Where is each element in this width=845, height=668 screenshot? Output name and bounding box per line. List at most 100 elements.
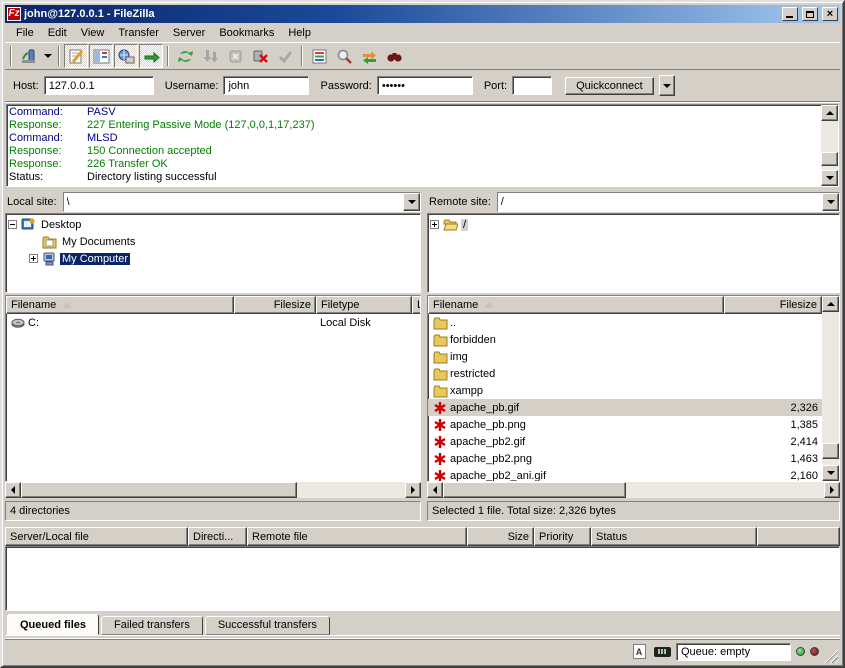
column-header-server-local-file[interactable]: Server/Local file bbox=[5, 527, 188, 546]
quickconnect-dropdown-button[interactable] bbox=[659, 75, 675, 96]
tab-failed-transfers[interactable]: Failed transfers bbox=[101, 616, 203, 635]
scrollbar-track[interactable] bbox=[821, 121, 838, 170]
local-site-input[interactable] bbox=[64, 193, 403, 211]
scrollbar-track[interactable] bbox=[443, 482, 824, 498]
scrollbar-thumb[interactable] bbox=[821, 152, 838, 166]
scroll-up-button[interactable] bbox=[822, 296, 839, 312]
image-file-icon bbox=[432, 451, 448, 466]
username-input[interactable] bbox=[223, 76, 309, 95]
column-header-filesize[interactable]: Filesize bbox=[724, 296, 822, 314]
scroll-right-button[interactable] bbox=[405, 482, 421, 498]
file-row[interactable]: apache_pb2.gif 2,414 bbox=[428, 433, 822, 450]
image-file-icon bbox=[432, 434, 448, 449]
scroll-left-button[interactable] bbox=[5, 482, 21, 498]
menu-transfer[interactable]: Transfer bbox=[111, 25, 166, 41]
local-site-dropdown-button[interactable] bbox=[403, 193, 420, 211]
site-manager-button[interactable] bbox=[16, 44, 40, 68]
menu-help[interactable]: Help bbox=[281, 25, 318, 41]
tree-item-my-documents[interactable]: My Documents bbox=[8, 233, 418, 250]
column-header-filename[interactable]: Filename bbox=[428, 296, 724, 314]
local-site-combo[interactable] bbox=[63, 192, 421, 212]
column-header-filename[interactable]: Filename bbox=[6, 296, 234, 314]
scrollbar-thumb[interactable] bbox=[21, 482, 297, 498]
tree-item-my-computer[interactable]: My Computer bbox=[8, 250, 418, 267]
queue-list[interactable] bbox=[5, 546, 840, 611]
maximize-button[interactable] bbox=[802, 7, 818, 21]
password-input[interactable] bbox=[377, 76, 473, 95]
scroll-down-button[interactable] bbox=[822, 465, 839, 481]
password-label: Password: bbox=[320, 80, 371, 92]
scrollbar-thumb[interactable] bbox=[822, 443, 839, 459]
scroll-down-button[interactable] bbox=[821, 170, 838, 186]
column-header-remote-file[interactable]: Remote file bbox=[247, 527, 467, 546]
file-row-c-drive[interactable]: C: Local Disk bbox=[6, 314, 420, 331]
quickconnect-button[interactable]: Quickconnect bbox=[565, 77, 654, 95]
column-header-filetype[interactable]: Filetype bbox=[316, 296, 412, 314]
reconnect-button[interactable] bbox=[273, 44, 297, 68]
synchronized-browsing-button[interactable] bbox=[357, 44, 381, 68]
disconnect-button[interactable] bbox=[248, 44, 272, 68]
remote-vertical-scrollbar[interactable] bbox=[822, 296, 839, 481]
remote-site-input[interactable] bbox=[498, 193, 822, 211]
remote-site-dropdown-button[interactable] bbox=[822, 193, 839, 211]
scrollbar-track[interactable] bbox=[822, 312, 839, 465]
remote-horizontal-scrollbar[interactable] bbox=[427, 482, 840, 498]
column-header-filesize[interactable]: Filesize bbox=[234, 296, 316, 314]
minimize-button[interactable] bbox=[782, 7, 798, 21]
collapse-icon[interactable] bbox=[8, 220, 17, 229]
toggle-message-log-button[interactable] bbox=[64, 44, 88, 68]
scrollbar-track[interactable] bbox=[21, 482, 405, 498]
file-row[interactable]: xampp bbox=[428, 382, 822, 399]
scroll-right-button[interactable] bbox=[824, 482, 840, 498]
queue-status-text: Queue: empty bbox=[676, 643, 791, 661]
file-row[interactable]: img bbox=[428, 348, 822, 365]
tree-item-desktop[interactable]: Desktop bbox=[8, 216, 418, 233]
scroll-up-button[interactable] bbox=[821, 105, 838, 121]
refresh-button[interactable] bbox=[173, 44, 197, 68]
toggle-local-tree-button[interactable] bbox=[89, 44, 113, 68]
file-row[interactable]: .. bbox=[428, 314, 822, 331]
toggle-transfer-queue-button[interactable] bbox=[139, 44, 163, 68]
process-queue-button[interactable] bbox=[198, 44, 222, 68]
scroll-left-button[interactable] bbox=[427, 482, 443, 498]
file-search-button[interactable] bbox=[332, 44, 356, 68]
menu-view[interactable]: View bbox=[74, 25, 112, 41]
expand-icon[interactable] bbox=[29, 254, 38, 263]
log-vertical-scrollbar[interactable] bbox=[821, 105, 838, 186]
toggle-remote-tree-button[interactable] bbox=[114, 44, 138, 68]
speed-limit-indicator-icon[interactable] bbox=[653, 644, 671, 660]
file-row-selected[interactable]: apache_pb.gif 2,326 bbox=[428, 399, 822, 416]
directory-comparison-button[interactable] bbox=[382, 44, 406, 68]
tab-successful-transfers[interactable]: Successful transfers bbox=[205, 616, 330, 635]
file-row[interactable]: apache_pb2.png 1,463 bbox=[428, 450, 822, 467]
port-input[interactable] bbox=[512, 76, 552, 95]
cancel-operation-button[interactable] bbox=[223, 44, 247, 68]
file-row[interactable]: restricted bbox=[428, 365, 822, 382]
tab-queued-files[interactable]: Queued files bbox=[7, 614, 99, 635]
menu-bookmarks[interactable]: Bookmarks bbox=[212, 25, 281, 41]
tree-item-root[interactable]: / bbox=[430, 216, 837, 233]
close-button[interactable]: × bbox=[822, 7, 838, 21]
menu-file[interactable]: File bbox=[9, 25, 41, 41]
column-header-last-modified[interactable]: L bbox=[412, 296, 420, 314]
column-header-priority[interactable]: Priority bbox=[534, 527, 591, 546]
transfer-type-ascii-icon[interactable]: A bbox=[630, 644, 648, 660]
column-header-direction[interactable]: Directi... bbox=[188, 527, 247, 546]
local-status-bar: 4 directories bbox=[5, 501, 421, 521]
resize-grip[interactable] bbox=[824, 649, 838, 663]
remote-site-combo[interactable] bbox=[497, 192, 840, 212]
file-row[interactable]: apache_pb.png 1,385 bbox=[428, 416, 822, 433]
directory-listing-filters-button[interactable] bbox=[307, 44, 331, 68]
column-header-status[interactable]: Status bbox=[591, 527, 757, 546]
menu-server[interactable]: Server bbox=[166, 25, 212, 41]
local-horizontal-scrollbar[interactable] bbox=[5, 482, 421, 498]
column-header-size[interactable]: Size bbox=[467, 527, 534, 546]
expand-icon[interactable] bbox=[430, 220, 439, 229]
host-input[interactable] bbox=[44, 76, 154, 95]
file-row[interactable]: forbidden bbox=[428, 331, 822, 348]
file-row[interactable]: apache_pb2_ani.gif 2,160 bbox=[428, 467, 822, 481]
scrollbar-thumb[interactable] bbox=[443, 482, 626, 498]
menu-edit[interactable]: Edit bbox=[41, 25, 74, 41]
remote-list-header: Filename Filesize bbox=[428, 296, 822, 314]
site-manager-dropdown-button[interactable] bbox=[41, 44, 54, 68]
